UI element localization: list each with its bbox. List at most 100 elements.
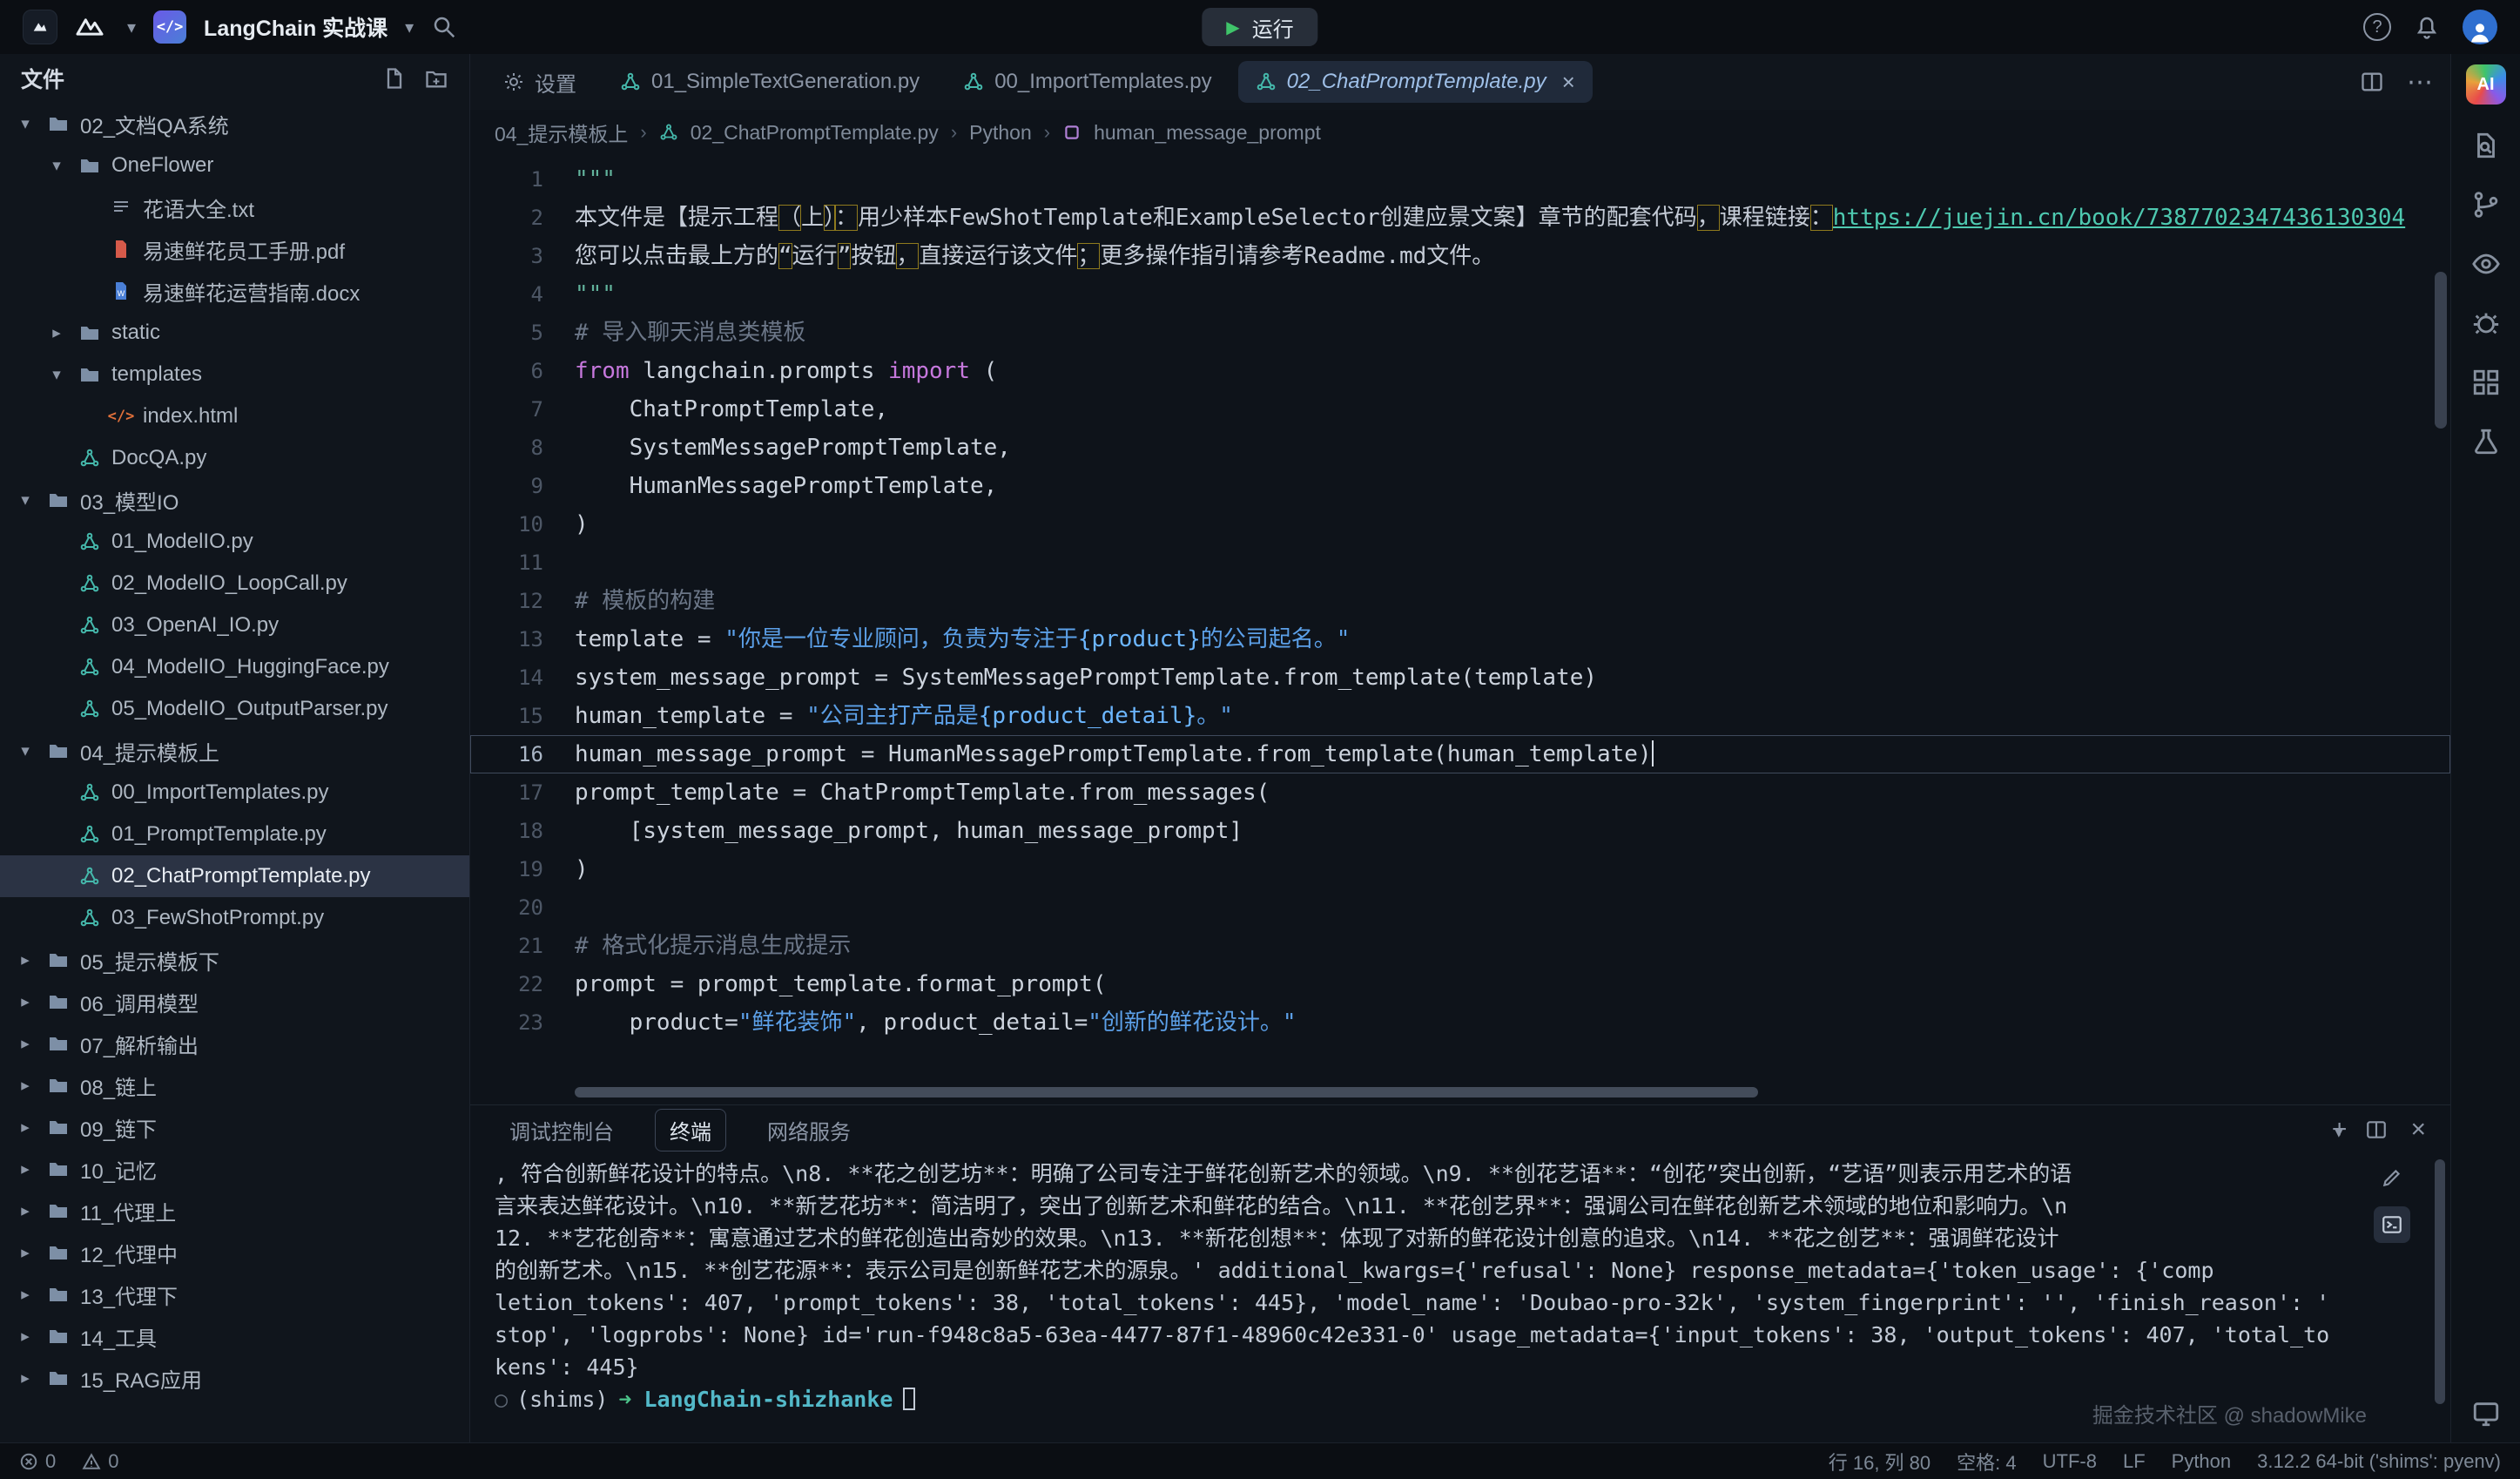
screen-icon[interactable] <box>2471 1399 2501 1428</box>
split-terminal-icon[interactable] <box>2365 1118 2388 1141</box>
tree-item[interactable]: ▸07_解析输出 <box>0 1023 469 1064</box>
chevron-right-icon[interactable]: ▸ <box>14 1076 37 1096</box>
tree-item[interactable]: ▾04_提示模板上 <box>0 730 469 772</box>
close-panel-icon[interactable]: × <box>2410 1115 2426 1145</box>
language-mode[interactable]: Python <box>2172 1450 2232 1473</box>
eol-setting[interactable]: LF <box>2123 1450 2146 1473</box>
file-tree[interactable]: ▾02_文档QA系统▾OneFlower花语大全.txt易速鲜花员工手册.pdf… <box>0 103 469 1442</box>
chevron-right-icon[interactable]: ▸ <box>14 1118 37 1138</box>
tree-item[interactable]: ▾OneFlower <box>0 145 469 186</box>
tree-item[interactable]: 易速鲜花员工手册.pdf <box>0 228 469 270</box>
chevron-right-icon[interactable]: ▸ <box>14 1327 37 1347</box>
editor-tab[interactable]: 设置 <box>486 61 594 103</box>
tree-item[interactable]: </>index.html <box>0 395 469 437</box>
app-icon[interactable] <box>23 10 57 44</box>
editor-tab[interactable]: 01_SimpleTextGeneration.py <box>603 61 937 103</box>
cursor-position[interactable]: 行 16, 列 80 <box>1829 1448 1930 1476</box>
tree-item[interactable]: 01_PromptTemplate.py <box>0 814 469 855</box>
chevron-down-icon[interactable]: ▾ <box>405 17 414 38</box>
panel-tab[interactable]: 调试控制台 <box>495 1109 629 1151</box>
new-terminal-icon[interactable]: +▾ <box>2332 1117 2343 1143</box>
error-count[interactable]: 0 <box>19 1450 56 1473</box>
tree-item[interactable]: 02_ChatPromptTemplate.py <box>0 855 469 897</box>
ai-assistant-icon[interactable]: AI <box>2466 64 2506 105</box>
tree-item[interactable]: 05_ModelIO_OutputParser.py <box>0 688 469 730</box>
tree-item[interactable]: ▸09_链下 <box>0 1106 469 1148</box>
tree-item[interactable]: ▸11_代理上 <box>0 1190 469 1232</box>
editor-tab[interactable]: 00_ImportTemplates.py <box>946 61 1229 103</box>
tree-item[interactable]: ▸08_链上 <box>0 1064 469 1106</box>
tree-item[interactable]: ▾templates <box>0 354 469 395</box>
chevron-right-icon[interactable]: ▸ <box>14 992 37 1012</box>
chevron-down-icon[interactable]: ▾ <box>14 114 37 134</box>
tree-item[interactable]: ▸15_RAG应用 <box>0 1357 469 1399</box>
tree-item[interactable]: 03_FewShotPrompt.py <box>0 897 469 939</box>
chevron-right-icon[interactable]: ▸ <box>14 1201 37 1221</box>
new-file-icon[interactable] <box>382 66 407 91</box>
help-icon[interactable]: ? <box>2363 13 2391 41</box>
workspace-logo-icon[interactable] <box>75 14 110 40</box>
warning-count[interactable]: 0 <box>82 1450 118 1473</box>
bug-icon[interactable] <box>2471 308 2501 338</box>
code-editor[interactable]: 1"""2本文件是【提示工程（上）：用少样本FewShotTemplate和Ex… <box>470 155 2450 1104</box>
chevron-right-icon[interactable]: ▸ <box>14 950 37 970</box>
chevron-down-icon[interactable]: ▾ <box>45 365 68 385</box>
more-actions-icon[interactable]: ⋯ <box>2407 67 2435 98</box>
vertical-scrollbar[interactable] <box>2435 159 2447 1078</box>
chevron-down-icon[interactable]: ▾ <box>14 741 37 761</box>
close-icon[interactable]: × <box>1562 69 1575 96</box>
chevron-right-icon[interactable]: ▸ <box>14 1243 37 1263</box>
terminal-icon[interactable] <box>2374 1206 2410 1243</box>
breadcrumb-item[interactable]: Python <box>969 121 1032 145</box>
search-icon[interactable] <box>431 14 457 40</box>
breadcrumb[interactable]: 04_提示模板上›02_ChatPromptTemplate.py›Python… <box>470 110 2450 155</box>
split-editor-icon[interactable] <box>2360 70 2384 94</box>
python-interpreter[interactable]: 3.12.2 64-bit ('shims': pyenv) <box>2257 1450 2501 1473</box>
tree-item[interactable]: 04_ModelIO_HuggingFace.py <box>0 646 469 688</box>
tree-item[interactable]: ▸13_代理下 <box>0 1273 469 1315</box>
chevron-right-icon[interactable]: ▸ <box>14 1159 37 1179</box>
tree-item[interactable]: 花语大全.txt <box>0 186 469 228</box>
chevron-right-icon[interactable]: ▸ <box>14 1285 37 1305</box>
chevron-down-icon[interactable]: ▾ <box>45 156 68 176</box>
avatar[interactable] <box>2463 10 2497 44</box>
edit-icon[interactable] <box>2374 1159 2410 1196</box>
breadcrumb-item[interactable]: 02_ChatPromptTemplate.py <box>691 121 939 145</box>
tree-item[interactable]: ▸static <box>0 312 469 354</box>
eye-icon[interactable] <box>2471 249 2501 279</box>
flask-icon[interactable] <box>2471 427 2501 456</box>
tree-item[interactable]: ▸14_工具 <box>0 1315 469 1357</box>
new-folder-icon[interactable] <box>424 66 448 91</box>
panel-tab[interactable]: 网络服务 <box>752 1109 866 1151</box>
tree-item[interactable]: ▾03_模型IO <box>0 479 469 521</box>
tree-item[interactable]: ▸10_记忆 <box>0 1148 469 1190</box>
chevron-right-icon[interactable]: ▸ <box>14 1034 37 1054</box>
tree-item[interactable]: ▸12_代理中 <box>0 1232 469 1273</box>
horizontal-scrollbar[interactable] <box>575 1087 2424 1097</box>
editor-tab[interactable]: 02_ChatPromptTemplate.py× <box>1238 61 1593 103</box>
bell-icon[interactable] <box>2414 14 2440 40</box>
tree-item[interactable]: ▾02_文档QA系统 <box>0 103 469 145</box>
terminal-output[interactable]: , 符合创新鲜花设计的特点。\n8. **花之创艺坊**：明确了公司专注于鲜花创… <box>470 1154 2450 1442</box>
tree-item[interactable]: DocQA.py <box>0 437 469 479</box>
file-search-icon[interactable] <box>2471 131 2501 160</box>
indent-setting[interactable]: 空格: 4 <box>1957 1448 2016 1476</box>
project-title[interactable]: LangChain 实战课 <box>204 11 387 43</box>
tree-item[interactable]: 00_ImportTemplates.py <box>0 772 469 814</box>
terminal-scrollbar[interactable] <box>2435 1159 2445 1437</box>
tree-item[interactable]: 03_OpenAI_IO.py <box>0 604 469 646</box>
run-button[interactable]: ▶ 运行 <box>1202 8 1317 46</box>
blocks-icon[interactable] <box>2471 368 2501 397</box>
tree-item[interactable]: 02_ModelIO_LoopCall.py <box>0 563 469 604</box>
chevron-down-icon[interactable]: ▾ <box>14 490 37 510</box>
chevron-down-icon[interactable]: ▾ <box>127 17 136 38</box>
panel-tab[interactable]: 终端 <box>655 1109 726 1151</box>
tree-item[interactable]: ▸05_提示模板下 <box>0 939 469 981</box>
tree-item[interactable]: 01_ModelIO.py <box>0 521 469 563</box>
tree-item[interactable]: W易速鲜花运营指南.docx <box>0 270 469 312</box>
encoding[interactable]: UTF-8 <box>2043 1450 2097 1473</box>
breadcrumb-item[interactable]: 04_提示模板上 <box>495 118 628 147</box>
chevron-right-icon[interactable]: ▸ <box>45 323 68 343</box>
breadcrumb-item[interactable]: human_message_prompt <box>1094 121 1321 145</box>
tree-item[interactable]: ▸06_调用模型 <box>0 981 469 1023</box>
